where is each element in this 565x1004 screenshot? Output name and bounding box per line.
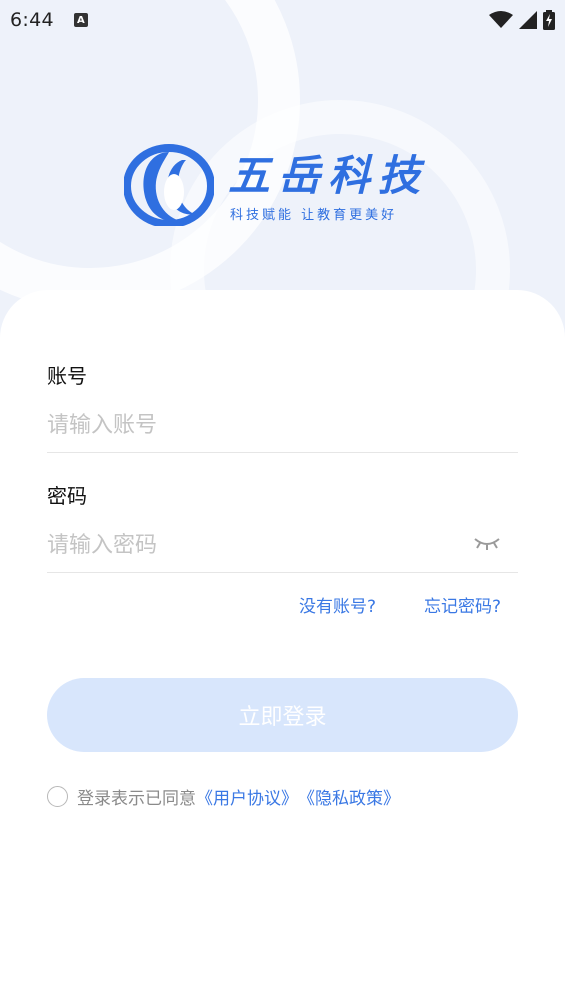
privacy-policy-link[interactable]: 《隐私政策》 — [298, 784, 400, 809]
battery-charging-icon — [543, 10, 555, 30]
password-divider — [47, 572, 518, 573]
account-input[interactable] — [47, 404, 517, 446]
eye-closed-icon[interactable] — [472, 533, 502, 553]
no-account-link[interactable]: 没有账号? — [299, 592, 376, 617]
logo-name: 五岳科技 — [228, 151, 429, 200]
login-card: 账号 密码 没有账号? 忘记密码? 立即登录 登录表示已同意 《用户协议》 《隐… — [0, 290, 565, 1004]
forgot-password-link[interactable]: 忘记密码? — [424, 592, 501, 617]
a-icon: A — [73, 13, 88, 27]
agreement-row: 登录表示已同意 《用户协议》 《隐私政策》 — [47, 784, 400, 809]
password-input[interactable] — [47, 524, 462, 566]
login-button[interactable]: 立即登录 — [47, 678, 518, 752]
account-divider — [47, 452, 518, 453]
password-label: 密码 — [47, 484, 87, 508]
agreement-text: 登录表示已同意 — [77, 789, 196, 809]
status-time: 6:44 — [10, 9, 54, 31]
logo-mark-icon — [124, 144, 214, 226]
cellular-icon — [519, 11, 537, 29]
account-label: 账号 — [47, 364, 87, 388]
status-bar: 6:44 A — [0, 0, 565, 40]
brand-logo: 五岳科技 科技赋能 让教育更美好 — [124, 140, 444, 230]
agreement-checkbox[interactable] — [47, 786, 68, 807]
status-icons — [489, 10, 555, 30]
user-agreement-link[interactable]: 《用户协议》 — [196, 784, 298, 809]
wifi-icon — [489, 11, 513, 28]
logo-slogan: 科技赋能 让教育更美好 — [230, 208, 398, 223]
